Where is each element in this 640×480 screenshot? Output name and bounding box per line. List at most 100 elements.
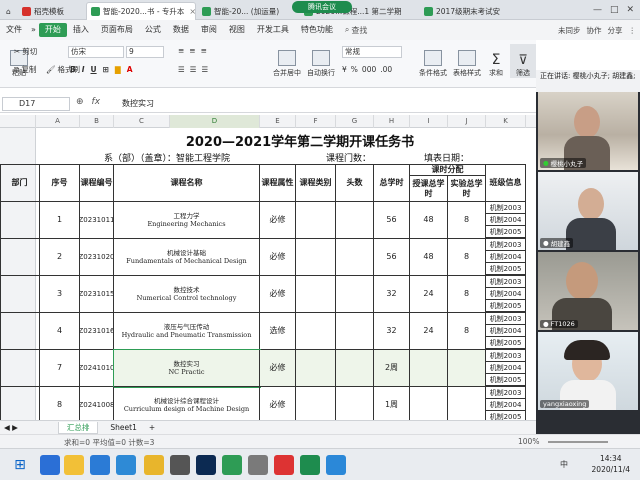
border-icon[interactable]: ⊞: [103, 65, 109, 74]
browser-icon[interactable]: [116, 455, 136, 475]
menu-insert[interactable]: 插入: [67, 20, 95, 40]
class-item: 机制2003: [486, 313, 525, 325]
col-f[interactable]: F: [296, 115, 336, 128]
decimal-icon[interactable]: .00: [380, 65, 392, 74]
meeting-indicator[interactable]: 腾讯会议: [292, 1, 352, 13]
merge-center-button[interactable]: 合并居中: [270, 44, 304, 78]
align-right-icon[interactable]: ☰: [201, 65, 208, 74]
collab-button[interactable]: 协作: [587, 25, 602, 36]
zoom-slider[interactable]: [548, 441, 608, 443]
windows-start-icon[interactable]: ⊞: [10, 455, 30, 475]
video-tile-3[interactable]: yangxiaoxing: [538, 332, 638, 410]
system-clock[interactable]: 14:34 2020/11/4: [592, 453, 630, 475]
person-face: [566, 262, 598, 300]
col-a[interactable]: A: [36, 115, 80, 128]
close-window-icon[interactable]: ✕: [626, 5, 634, 15]
menu-more-icon[interactable]: »: [28, 20, 39, 40]
menu-review[interactable]: 审阅: [195, 20, 223, 40]
fill-color-icon[interactable]: ▇: [115, 65, 121, 74]
select-all-corner[interactable]: [0, 115, 36, 128]
align-bottom-icon[interactable]: ≡: [201, 46, 207, 55]
folder-icon[interactable]: [64, 455, 84, 475]
add-sheet-button[interactable]: +: [149, 423, 155, 432]
cell-lecture: [410, 350, 448, 387]
video-tile-1[interactable]: ● 胡建鑫: [538, 172, 638, 250]
search-button[interactable]: ⌕ 查找: [345, 25, 367, 36]
fx-icon[interactable]: fx: [92, 97, 101, 107]
meeting-app-icon[interactable]: [326, 455, 346, 475]
wps-icon[interactable]: [274, 455, 294, 475]
header-course-name: 课程名称: [114, 164, 260, 202]
align-center-icon[interactable]: ☰: [190, 65, 197, 74]
currency-icon[interactable]: ¥: [342, 65, 347, 74]
menu-formula[interactable]: 公式: [139, 20, 167, 40]
col-j[interactable]: J: [448, 115, 486, 128]
bold-icon[interactable]: B: [70, 65, 76, 74]
zoom-icon[interactable]: ⊕: [76, 97, 84, 107]
col-b[interactable]: B: [80, 115, 114, 128]
tab-1[interactable]: 智能-2020...书 - 专升本 ×: [86, 2, 196, 20]
align-middle-icon[interactable]: ≡: [189, 46, 195, 55]
zoom-level[interactable]: 100%: [518, 437, 539, 446]
share-button[interactable]: 分享: [608, 25, 623, 36]
input-language[interactable]: 中: [560, 459, 568, 470]
more-icon[interactable]: ⋮: [629, 26, 637, 35]
col-d[interactable]: D: [170, 115, 260, 128]
menu-home[interactable]: 开始: [38, 23, 67, 37]
tab-2[interactable]: 智能-20... (加运量): [198, 2, 290, 20]
media-icon[interactable]: [170, 455, 190, 475]
ie-icon[interactable]: [90, 455, 110, 475]
filter-button[interactable]: ⊽ 筛选: [510, 44, 536, 78]
wechat-icon[interactable]: [300, 455, 320, 475]
col-k[interactable]: K: [486, 115, 526, 128]
sum-button[interactable]: Σ 求和: [484, 44, 508, 78]
spreadsheet-grid[interactable]: 2020—2021学年第二学期开课任务书 系（部）（盖章）：智能工程学院 课程门…: [0, 128, 536, 420]
conditional-format-button[interactable]: 条件格式: [416, 44, 450, 78]
menu-view[interactable]: 视图: [223, 20, 251, 40]
menu-developer[interactable]: 开发工具: [251, 20, 295, 40]
col-e[interactable]: E: [260, 115, 296, 128]
home-icon[interactable]: ⌂: [2, 2, 14, 20]
thousands-icon[interactable]: 000: [362, 65, 376, 74]
wrap-text-button[interactable]: 自动换行: [304, 44, 338, 78]
font-size-select[interactable]: 9: [126, 46, 164, 58]
menu-features[interactable]: 特色功能: [295, 20, 339, 40]
pen-icon[interactable]: [248, 455, 268, 475]
menu-page-layout[interactable]: 页面布局: [95, 20, 139, 40]
tab-4[interactable]: 2017级期末考试安排: [420, 2, 500, 20]
video-tile-2[interactable]: ● FT1026: [538, 252, 638, 330]
col-g[interactable]: G: [336, 115, 374, 128]
close-icon[interactable]: ×: [189, 7, 195, 16]
menu-data[interactable]: 数据: [167, 20, 195, 40]
tab-0[interactable]: 稻壳模板: [18, 2, 84, 20]
table-style-button[interactable]: 表格样式: [450, 44, 484, 78]
sheet-tab-summary[interactable]: 汇总排: [57, 421, 99, 434]
sheet-tab-sheet1[interactable]: Sheet1: [102, 423, 144, 432]
align-left-icon[interactable]: ☰: [178, 65, 185, 74]
photoshop-icon[interactable]: [196, 455, 216, 475]
col-i[interactable]: I: [410, 115, 448, 128]
spreadsheet-app-icon[interactable]: [222, 455, 242, 475]
number-format-select[interactable]: 常规: [342, 46, 402, 58]
italic-icon[interactable]: I: [82, 65, 85, 74]
font-color-icon[interactable]: A: [127, 65, 133, 74]
cell-dept: [0, 350, 40, 387]
copy-button[interactable]: ⧉ 复制: [14, 64, 36, 75]
sheet-nav-icon[interactable]: ◀ ▶: [4, 423, 18, 432]
font-family-select[interactable]: 仿宋: [68, 46, 124, 58]
col-c[interactable]: C: [114, 115, 170, 128]
underline-icon[interactable]: U: [91, 65, 97, 74]
video-tile-0[interactable]: ● 樱桃小丸子: [538, 92, 638, 170]
menu-file[interactable]: 文件: [0, 20, 28, 40]
align-top-icon[interactable]: ≡: [178, 46, 184, 55]
percent-icon[interactable]: %: [351, 65, 358, 74]
maximize-icon[interactable]: □: [610, 5, 619, 15]
cut-button[interactable]: ✂ 剪切: [14, 46, 37, 57]
formula-input[interactable]: 数控实习: [122, 98, 154, 109]
minimize-icon[interactable]: —: [593, 5, 602, 15]
edge-icon[interactable]: [40, 455, 60, 475]
col-h[interactable]: H: [374, 115, 410, 128]
name-box[interactable]: D17: [2, 97, 70, 111]
sync-status[interactable]: 未同步: [558, 25, 581, 36]
app-icon[interactable]: [144, 455, 164, 475]
